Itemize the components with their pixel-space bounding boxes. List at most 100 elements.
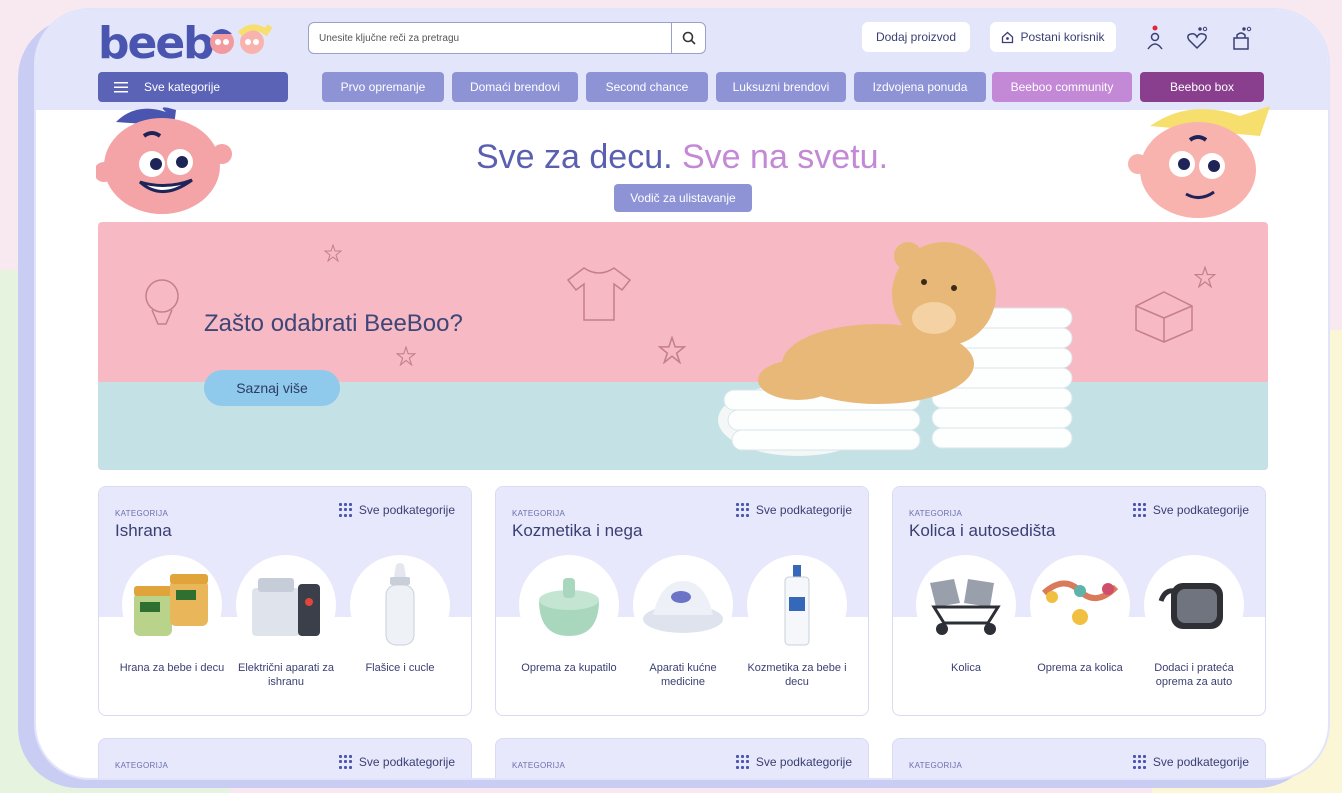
hero-title-part1: Sve za decu. [475, 138, 673, 176]
nav-item-izdvojena-ponuda[interactable]: Izdvojena ponuda [854, 72, 986, 102]
heart-icon [1187, 26, 1208, 50]
category-kicker: KATEGORIJA [512, 761, 566, 770]
all-categories-label: Sve kategorije [144, 80, 221, 94]
nav-item-prvo-opremanje[interactable]: Prvo opremanje [322, 72, 444, 102]
stroller-image [930, 579, 1001, 635]
all-categories-button[interactable]: Sve kategorije [98, 72, 288, 102]
subcategory-image [1144, 555, 1244, 655]
grid-icon [338, 503, 353, 517]
subcategory-item[interactable]: Dodaci i prateća oprema za auto [1139, 555, 1249, 689]
all-subcategories-link[interactable]: Sve podkategorije [1132, 503, 1249, 517]
nav-item-label: Beeboo community [1010, 80, 1114, 94]
header: beeb Dodaj proizvod Postani korisnik [36, 10, 1328, 110]
onesie-icon [566, 267, 632, 321]
nav-item-second-chance[interactable]: Second chance [586, 72, 708, 102]
logo[interactable]: beeb [98, 18, 215, 69]
category-card-partial: KATEGORIJA Sve podkategorije [495, 738, 869, 778]
all-subcategories-label: Sve podkategorije [755, 755, 852, 769]
cart-button[interactable] [1228, 22, 1254, 54]
baby-bottle-image [385, 563, 415, 646]
subcategory-item[interactable]: Oprema za kupatilo [514, 555, 624, 675]
subcategory-item[interactable]: Oprema za kolica [1025, 555, 1135, 675]
nav-item-label: Beeboo box [1169, 80, 1235, 94]
hero-title-part2: Sve na svetu. [682, 138, 889, 176]
subcategory-image [1030, 555, 1130, 655]
category-card-partial: KATEGORIJA Sve podkategorije [892, 738, 1266, 778]
grid-icon [735, 503, 750, 517]
subcategory-image [122, 555, 222, 655]
all-subcategories-link[interactable]: Sve podkategorije [338, 755, 455, 769]
balloon-icon [145, 279, 179, 325]
grid-icon [735, 755, 750, 769]
subcategory-image [747, 555, 847, 655]
subcategory-image [236, 555, 336, 655]
subcategory-label: Oprema za kolica [1037, 662, 1123, 674]
learn-more-button[interactable]: Saznaj više [204, 370, 340, 406]
nav-item-luksuzni-brendovi[interactable]: Luksuzni brendovi [716, 72, 846, 102]
grid-icon [1132, 755, 1147, 769]
account-button[interactable] [1142, 22, 1168, 54]
nav-item-beeboo-community[interactable]: Beeboo community [992, 72, 1132, 102]
guide-button-label: Vodič za ulistavanje [630, 191, 736, 205]
subcategory-item[interactable]: Električni aparati za ishranu [231, 555, 341, 689]
category-kicker: KATEGORIJA [115, 509, 169, 518]
category-kicker: KATEGORIJA [115, 761, 169, 770]
search-button[interactable] [671, 23, 705, 53]
hero-title: Sve za decu. Sve na svetu. [36, 138, 1328, 177]
all-subcategories-link[interactable]: Sve podkategorije [1132, 755, 1249, 769]
category-card-kolica: KATEGORIJA Kolica i autosedišta Sve podk… [892, 486, 1266, 716]
subcategory-image [350, 555, 450, 655]
teddy-bear-diapers-image [718, 242, 1073, 456]
category-title: Kolica i autosedišta [909, 521, 1056, 540]
guide-button[interactable]: Vodič za ulistavanje [614, 184, 752, 212]
all-subcategories-link[interactable]: Sve podkategorije [735, 503, 852, 517]
subcategory-image [633, 555, 733, 655]
nebulizer-image [643, 581, 723, 633]
car-mirror-image [1158, 583, 1223, 629]
home-icon [1002, 31, 1014, 43]
category-kicker: KATEGORIJA [909, 761, 963, 770]
learn-more-label: Saznaj više [236, 380, 308, 396]
bag-icon [1233, 26, 1252, 50]
toy-block-icon [1135, 291, 1193, 343]
promo-banner[interactable]: Zašto odabrati BeeBoo? Saznaj više [98, 222, 1268, 470]
subcategory-label: Oprema za kupatilo [521, 662, 617, 674]
logo-faces-icon [210, 24, 273, 54]
food-processor-image [252, 578, 320, 636]
all-subcategories-link[interactable]: Sve podkategorije [735, 755, 852, 769]
subcategory-item[interactable]: Flašice i cucle [345, 555, 455, 675]
nav-item-beeboo-box[interactable]: Beeboo box [1140, 72, 1264, 102]
all-subcategories-label: Sve podkategorije [358, 503, 455, 517]
user-icon [1147, 25, 1163, 50]
subcategory-item[interactable]: Kolica [911, 555, 1021, 675]
all-subcategories-label: Sve podkategorije [358, 755, 455, 769]
baby-food-jars-image [134, 574, 208, 636]
subcategory-label: Aparati kućne medicine [649, 662, 717, 688]
subcategory-label: Dodaci i prateća oprema za auto [1154, 662, 1234, 688]
nav-item-label: Izdvojena ponuda [872, 80, 968, 94]
subcategory-image [916, 555, 1016, 655]
add-product-button[interactable]: Dodaj proizvod [862, 22, 970, 52]
all-subcategories-link[interactable]: Sve podkategorije [338, 503, 455, 517]
subcategory-item[interactable]: Hrana za bebe i decu [117, 555, 227, 675]
become-user-label: Postani korisnik [1020, 30, 1105, 44]
category-title: Kozmetika i nega [512, 521, 643, 540]
search-icon [682, 31, 696, 45]
become-user-button[interactable]: Postani korisnik [990, 22, 1116, 52]
subcategory-item[interactable]: Kozmetika za bebe i decu [742, 555, 852, 689]
category-card-partial: KATEGORIJA Sve podkategorije [98, 738, 472, 778]
wishlist-button[interactable] [1184, 22, 1210, 54]
nav-item-label: Second chance [605, 80, 689, 94]
search-input[interactable] [309, 23, 671, 53]
subcategory-image [519, 555, 619, 655]
star-icon [658, 336, 686, 364]
cosmetics-bottle-image [784, 565, 810, 646]
grid-icon [1132, 503, 1147, 517]
category-kicker: KATEGORIJA [512, 509, 566, 518]
nav-item-label: Domaći brendovi [469, 80, 561, 94]
all-subcategories-label: Sve podkategorije [755, 503, 852, 517]
browser-frame: beeb Dodaj proizvod Postani korisnik [34, 8, 1330, 780]
nav-item-domaci-brendovi[interactable]: Domaći brendovi [452, 72, 578, 102]
bath-potty-image [539, 578, 599, 636]
subcategory-item[interactable]: Aparati kućne medicine [628, 555, 738, 689]
